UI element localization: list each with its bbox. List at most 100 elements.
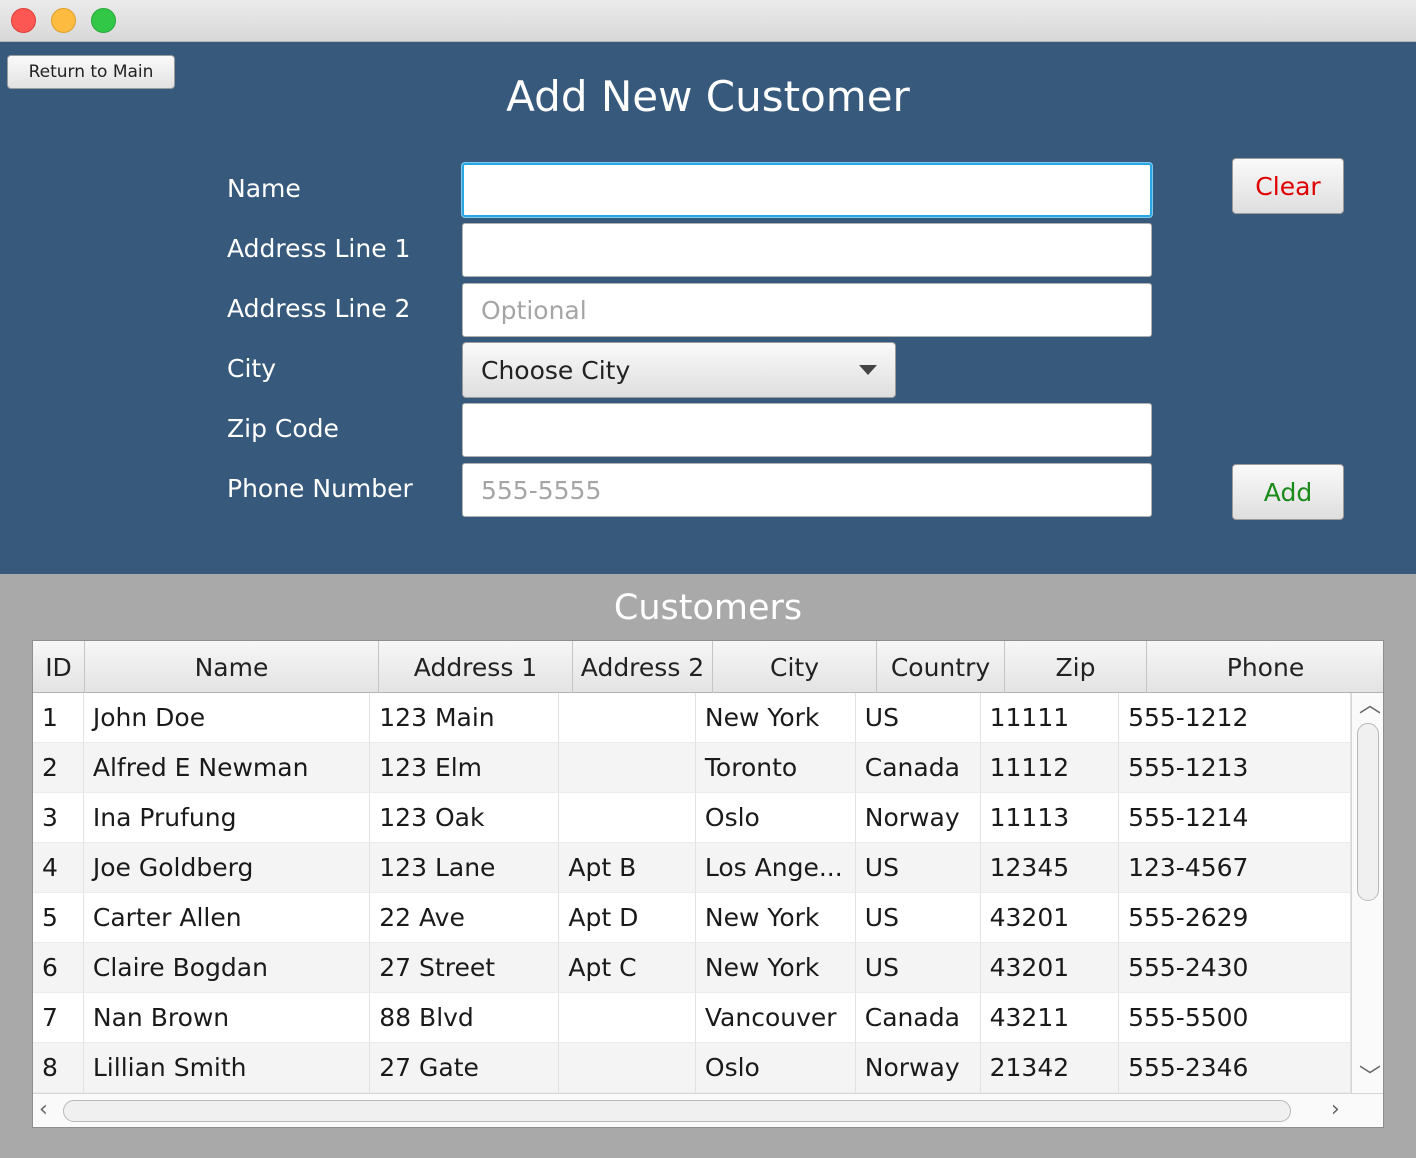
address-line-2-label: Address Line 2 xyxy=(227,294,411,323)
table-cell: Apt D xyxy=(559,893,696,943)
horizontal-scrollbar[interactable]: ‹ › xyxy=(33,1093,1383,1127)
table-cell: 555-5500 xyxy=(1119,993,1351,1043)
table-cell: New York xyxy=(695,893,856,943)
add-customer-form: Return to Main Add New Customer Name Add… xyxy=(0,42,1416,574)
table-cell: 123 Elm xyxy=(370,743,560,793)
table-cell: 123 Lane xyxy=(370,843,560,893)
table-cell: 555-1214 xyxy=(1119,793,1351,843)
table-cell: US xyxy=(855,693,981,743)
zip-code-input[interactable] xyxy=(462,403,1152,457)
column-header[interactable]: City xyxy=(713,641,877,693)
table-row[interactable]: 8 Lillian Smith 27 Gate Oslo Norway 21342 555-… xyxy=(33,1043,1351,1093)
city-label: City xyxy=(227,354,276,383)
column-header[interactable]: Name xyxy=(85,641,379,693)
table-body: 1 John Doe 123 Main New York US 11111 555-1212… xyxy=(33,693,1351,1093)
table-cell: 555-2346 xyxy=(1119,1043,1351,1093)
table-cell xyxy=(559,793,696,843)
table-cell: 1 xyxy=(33,693,84,743)
table-cell: 7 xyxy=(33,993,84,1043)
table-cell: US xyxy=(855,893,981,943)
table-cell xyxy=(559,1043,696,1093)
table-row[interactable]: 2 Alfred E Newman 123 Elm Toronto Canada 1111… xyxy=(33,743,1351,793)
table-cell xyxy=(559,743,696,793)
table-cell: 88 Blvd xyxy=(370,993,560,1043)
table-cell: 555-2629 xyxy=(1119,893,1351,943)
table-cell: 123 Oak xyxy=(370,793,560,843)
phone-number-input[interactable]: 555-5555 xyxy=(462,463,1152,517)
table-header: ID Name Address 1 Address 2 City Country Zip Ph… xyxy=(33,641,1383,693)
name-label: Name xyxy=(227,174,301,203)
table-cell: 555-1212 xyxy=(1119,693,1351,743)
address-line-1-label: Address Line 1 xyxy=(227,234,411,263)
table-cell: Lillian Smith xyxy=(83,1043,371,1093)
table-cell: Norway xyxy=(855,1043,981,1093)
chevron-right-icon[interactable]: › xyxy=(1331,1099,1340,1121)
vertical-scrollbar[interactable]: ︿ ﹀ xyxy=(1351,693,1383,1093)
phone-number-label: Phone Number xyxy=(227,474,413,503)
vertical-scroll-thumb[interactable] xyxy=(1357,723,1379,901)
table-cell: 6 xyxy=(33,943,84,993)
close-window-button[interactable] xyxy=(11,8,36,33)
chevron-down-icon xyxy=(859,365,877,375)
horizontal-scroll-thumb[interactable] xyxy=(63,1100,1291,1122)
table-cell: 21342 xyxy=(980,1043,1120,1093)
table-cell: Norway xyxy=(855,793,981,843)
table-cell: Vancouver xyxy=(695,993,856,1043)
table-row[interactable]: 4 Joe Goldberg 123 Lane Apt B Los Ange... US 1… xyxy=(33,843,1351,893)
form-title: Add New Customer xyxy=(506,72,910,121)
clear-button[interactable]: Clear xyxy=(1232,158,1344,214)
table-cell: Claire Bogdan xyxy=(83,943,371,993)
chevron-down-icon[interactable]: ﹀ xyxy=(1359,1067,1381,1089)
table-cell: Ina Prufung xyxy=(83,793,371,843)
table-cell: 11111 xyxy=(980,693,1120,743)
table-cell: 123-4567 xyxy=(1119,843,1351,893)
table-cell: 555-1213 xyxy=(1119,743,1351,793)
table-row[interactable]: 3 Ina Prufung 123 Oak Oslo Norway 11113 555-12… xyxy=(33,793,1351,843)
address-line-2-placeholder: Optional xyxy=(481,295,587,325)
table-cell: 555-2430 xyxy=(1119,943,1351,993)
chevron-left-icon[interactable]: ‹ xyxy=(39,1099,48,1121)
table-row[interactable]: 6 Claire Bogdan 27 Street Apt C New York US 43… xyxy=(33,943,1351,993)
table-cell: 4 xyxy=(33,843,84,893)
table-row[interactable]: 7 Nan Brown 88 Blvd Vancouver Canada 43211 555… xyxy=(33,993,1351,1043)
chevron-up-icon[interactable]: ︿ xyxy=(1359,695,1381,717)
table-cell: 11113 xyxy=(980,793,1120,843)
customers-title: Customers xyxy=(613,588,803,628)
table-cell: 22 Ave xyxy=(370,893,560,943)
city-dropdown[interactable]: Choose City xyxy=(462,342,896,398)
table-cell xyxy=(559,693,696,743)
table-cell: New York xyxy=(695,943,856,993)
table-cell: Canada xyxy=(855,993,981,1043)
table-cell: 27 Street xyxy=(370,943,560,993)
address-line-2-input[interactable]: Optional xyxy=(462,283,1152,337)
table-cell xyxy=(559,993,696,1043)
table-cell: 5 xyxy=(33,893,84,943)
table-row[interactable]: 1 John Doe 123 Main New York US 11111 555-1212 xyxy=(33,693,1351,743)
table-cell: 43201 xyxy=(980,943,1120,993)
add-button[interactable]: Add xyxy=(1232,464,1344,520)
table-cell: 43201 xyxy=(980,893,1120,943)
column-header[interactable]: Country xyxy=(877,641,1005,693)
column-header[interactable]: Zip xyxy=(1005,641,1147,693)
table-cell: 2 xyxy=(33,743,84,793)
table-cell: Toronto xyxy=(695,743,856,793)
table-cell: 3 xyxy=(33,793,84,843)
column-header[interactable]: ID xyxy=(33,641,85,693)
window-title-bar xyxy=(0,0,1416,42)
address-line-1-input[interactable] xyxy=(462,223,1152,277)
table-cell: 11112 xyxy=(980,743,1120,793)
table-cell: Apt B xyxy=(559,843,696,893)
minimize-window-button[interactable] xyxy=(51,8,76,33)
zoom-window-button[interactable] xyxy=(91,8,116,33)
table-cell: 8 xyxy=(33,1043,84,1093)
table-row[interactable]: 5 Carter Allen 22 Ave Apt D New York US 43201 5… xyxy=(33,893,1351,943)
column-header[interactable]: Address 2 xyxy=(573,641,713,693)
table-cell: Nan Brown xyxy=(83,993,371,1043)
customers-table: ID Name Address 1 Address 2 City Country Zip Ph… xyxy=(32,640,1384,1128)
column-header[interactable]: Address 1 xyxy=(379,641,573,693)
table-cell: Oslo xyxy=(695,1043,856,1093)
table-cell: 27 Gate xyxy=(370,1043,560,1093)
name-input[interactable] xyxy=(462,163,1152,217)
table-cell: US xyxy=(855,843,981,893)
column-header[interactable]: Phone xyxy=(1147,641,1383,693)
